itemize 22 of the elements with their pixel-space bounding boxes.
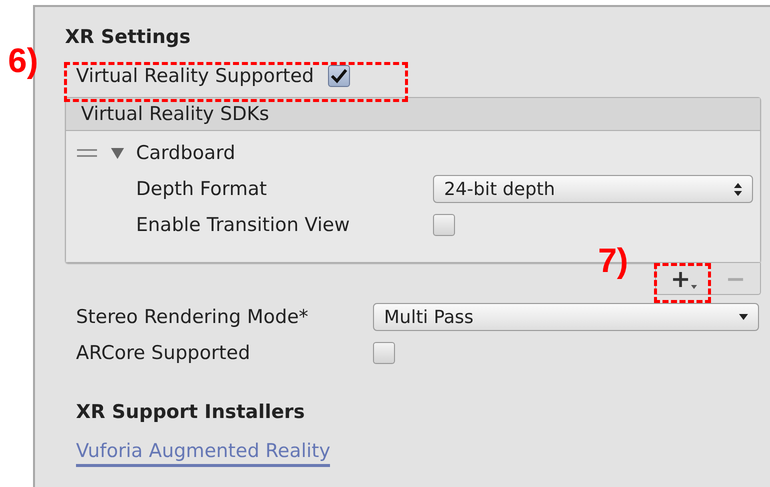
annotation-number: 6) [8,41,38,81]
list-header: Virtual Reality SDKs [66,98,760,131]
checkbox[interactable] [328,65,350,87]
expanded-triangle-icon[interactable] [111,148,125,158]
field-label: Depth Format [136,176,268,202]
field-label: Enable Transition View [136,212,351,238]
up-down-arrows-icon [734,182,742,196]
section-title: XR Settings [65,25,192,50]
checkbox[interactable] [433,214,455,236]
field-label: ARCore Supported [76,340,252,366]
caret-icon [739,314,748,320]
field-label: Virtual Reality Supported [76,64,314,89]
section-title: XR Support Installers [75,400,306,425]
annotation-number: 7) [598,241,628,281]
add-button[interactable]: + [670,266,697,290]
highlight-frame [654,263,711,303]
checkbox[interactable] [373,342,395,364]
dropdown[interactable]: 24-bit depth [433,175,753,203]
field-label: Stereo Rendering Mode* [76,304,310,330]
list-item-label[interactable]: Cardboard [136,138,236,168]
drag-handle-icon[interactable] [77,149,99,157]
dropdown[interactable]: Multi Pass [373,303,759,331]
